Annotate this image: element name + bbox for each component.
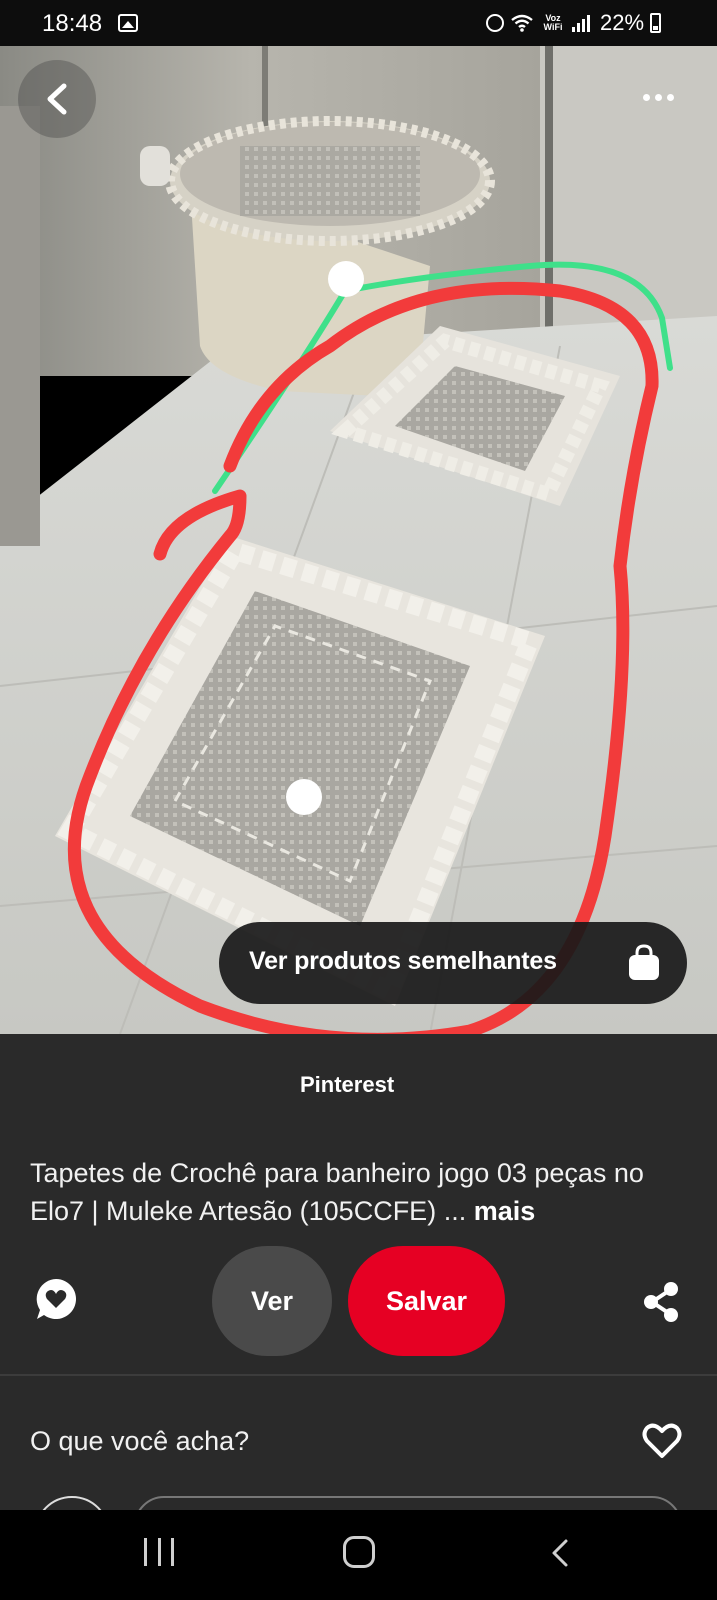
signal-icon	[572, 14, 590, 32]
battery-percent: 22%	[600, 10, 645, 35]
network-label: Voz WiFi	[543, 13, 563, 32]
more-options-button[interactable]	[628, 82, 688, 112]
crochet-rug-photo	[0, 46, 717, 1034]
divider	[0, 1374, 717, 1376]
share-icon[interactable]	[642, 1282, 680, 1322]
chevron-left-icon	[47, 83, 67, 115]
feedback-question: O que você acha?	[30, 1426, 250, 1456]
more-link[interactable]: mais	[474, 1196, 536, 1226]
similar-products-button[interactable]: Ver produtos semelhantes	[219, 922, 687, 1004]
comment-heart-icon[interactable]	[34, 1277, 78, 1321]
gallery-icon	[118, 14, 138, 32]
status-icons: Voz WiFi 22%	[486, 10, 662, 36]
view-button[interactable]: Ver	[212, 1246, 332, 1356]
alarm-icon	[486, 14, 504, 32]
battery-icon	[650, 13, 662, 33]
pin-source[interactable]: Pinterest	[300, 1072, 394, 1098]
heart-outline-icon[interactable]	[642, 1422, 682, 1460]
pin-details-sheet: Pinterest Tapetes de Crochê para banheir…	[0, 1034, 717, 1572]
pin-description: Tapetes de Crochê para banheiro jogo 03 …	[30, 1154, 690, 1230]
home-icon[interactable]	[343, 1536, 375, 1568]
save-button[interactable]: Salvar	[348, 1246, 505, 1356]
system-nav-bar	[0, 1510, 717, 1600]
status-time: 18:48	[42, 10, 103, 37]
recents-icon[interactable]	[144, 1538, 174, 1568]
pin-photo[interactable]	[0, 46, 717, 1034]
back-button[interactable]	[18, 60, 96, 138]
wifi-icon	[511, 14, 533, 32]
status-bar: 18:48 Voz WiFi 22%	[0, 0, 717, 46]
pin-description-text: Tapetes de Crochê para banheiro jogo 03 …	[30, 1158, 644, 1226]
shopping-bag-icon	[629, 944, 659, 980]
back-icon[interactable]	[548, 1538, 574, 1568]
similar-products-label: Ver produtos semelhantes	[249, 947, 557, 975]
more-horizontal-icon	[642, 93, 650, 101]
